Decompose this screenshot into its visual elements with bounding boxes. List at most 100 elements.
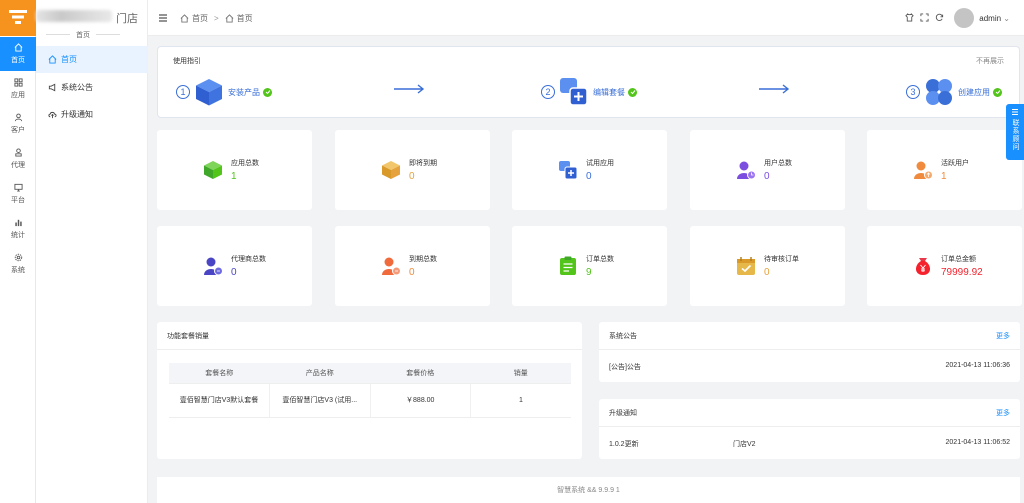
contact-advisor-button[interactable]: 联系顾问 <box>1006 104 1024 160</box>
rail-item-stats[interactable]: 统计 <box>0 212 36 246</box>
upgrade-version: 1.0.2更新 <box>609 441 639 448</box>
theme-icon[interactable] <box>905 13 914 22</box>
panel-title: 系统公告 <box>609 332 637 340</box>
contact-label: 联系顾问 <box>1012 119 1019 151</box>
rail-item-agents[interactable]: 代理 <box>0 142 36 176</box>
logo-icon <box>9 10 27 24</box>
step-number: 3 <box>906 85 920 99</box>
users-icon <box>737 161 756 180</box>
sidebar-item-label: 升级通知 <box>61 110 93 119</box>
panel-header: 升级通知 更多 <box>599 399 1020 427</box>
stat-value: 1 <box>941 171 947 182</box>
upgrade-product: 门店V2 <box>733 441 756 448</box>
icon-rail: 首页 应用 客户 代理 平台 统计 系统 <box>0 0 36 503</box>
cube-icon <box>204 161 222 179</box>
bar-chart-icon <box>14 219 22 227</box>
stat-label: 活跃用户 <box>941 160 969 167</box>
brand: 门店 首页 <box>36 0 148 40</box>
page-footer: 智慧系统 && 9.9.9 1 <box>157 477 1020 503</box>
agent-icon <box>204 257 223 276</box>
step-label: 创建应用 <box>958 87 990 97</box>
refresh-icon[interactable] <box>935 13 944 22</box>
stat-value: 0 <box>586 171 592 182</box>
stat-value: 0 <box>764 171 770 182</box>
rail-item-platform[interactable]: 平台 <box>0 177 36 211</box>
step-label: 安装产品 <box>228 87 260 97</box>
guide-step-package[interactable]: 2 编辑套餐 <box>541 77 637 107</box>
column-header: 销量 <box>470 363 571 384</box>
brand-subtitle: 首页 <box>46 32 120 39</box>
fullscreen-icon[interactable] <box>920 13 929 22</box>
stat-label: 待审核订单 <box>764 256 799 263</box>
table-cell: ￥888.00 <box>370 383 471 418</box>
table-cell: 壹佰智慧门店V3默认套餐 <box>169 383 270 418</box>
stat-value: 9 <box>586 267 592 278</box>
stat-card-users[interactable]: 用户总数 0 <box>690 130 845 210</box>
panel-title: 升级通知 <box>609 409 637 417</box>
panel-title: 功能套餐销量 <box>167 332 209 340</box>
stat-card-order-amount[interactable]: 订单总金额 79999.92 <box>867 226 1022 306</box>
home-icon <box>180 14 189 23</box>
step-number: 2 <box>541 85 555 99</box>
column-header: 套餐名称 <box>169 363 270 384</box>
sidebar-item-upgrades[interactable]: 升级通知 <box>36 101 148 128</box>
stat-card-orders[interactable]: 订单总数 9 <box>512 226 667 306</box>
panel-header: 功能套餐销量 <box>157 322 582 350</box>
notice-more-link[interactable]: 更多 <box>996 331 1010 341</box>
rail-label: 统计 <box>11 232 25 239</box>
app-logo[interactable] <box>0 0 36 36</box>
calendar-check-icon <box>737 257 755 275</box>
stat-card-trial[interactable]: 试用应用 0 <box>512 130 667 210</box>
user-menu[interactable]: admin ⌄ <box>979 14 1010 23</box>
stat-value: 0 <box>409 171 415 182</box>
stat-label: 用户总数 <box>764 160 792 167</box>
guide-step-create-app[interactable]: 3 创建应用 <box>906 77 1002 107</box>
guide-dismiss-link[interactable]: 不再展示 <box>976 56 1004 66</box>
breadcrumb-item[interactable]: 首页 <box>237 13 253 24</box>
panel-header: 系统公告 更多 <box>599 322 1020 350</box>
menu-toggle-icon[interactable] <box>158 13 168 23</box>
avatar[interactable] <box>954 8 974 28</box>
rail-label: 平台 <box>11 197 25 204</box>
breadcrumb-item[interactable]: 首页 <box>192 13 208 24</box>
stat-card-pending-orders[interactable]: 待审核订单 0 <box>690 226 845 306</box>
stat-card-expiring[interactable]: 即将到期 0 <box>335 130 490 210</box>
rail-label: 系统 <box>11 267 25 274</box>
sidebar-item-home[interactable]: 首页 <box>36 46 148 73</box>
sidebar-item-announcements[interactable]: 系统公告 <box>36 74 148 101</box>
active-user-icon <box>914 161 933 180</box>
upgrade-more-link[interactable]: 更多 <box>996 408 1010 418</box>
megaphone-icon <box>48 83 56 92</box>
trial-app-icon <box>559 161 578 180</box>
rail-item-home[interactable]: 首页 <box>0 37 36 71</box>
guide-step-install[interactable]: 1 安装产品 <box>176 77 272 107</box>
home-icon <box>14 43 22 52</box>
box-icon <box>196 79 222 106</box>
arrow-right-icon <box>394 84 425 94</box>
sales-table: 套餐名称 产品名称 套餐价格 销量 壹佰智慧门店V3默认套餐 壹佰智慧门店V3 … <box>169 363 571 418</box>
check-icon <box>628 87 637 97</box>
rail-item-system[interactable]: 系统 <box>0 247 36 281</box>
grid-icon <box>13 78 23 87</box>
brand-logo-blurred <box>36 10 112 22</box>
stat-label: 试用应用 <box>586 160 614 167</box>
notice-time: 2021-04-13 11:06:36 <box>945 362 1010 369</box>
list-item[interactable]: [公告]公告 2021-04-13 11:06:36 <box>609 362 1010 372</box>
list-item[interactable]: 1.0.2更新 门店V2 2021-04-13 11:06:52 <box>609 439 1010 449</box>
clipboard-icon <box>560 256 576 275</box>
rail-item-customers[interactable]: 客户 <box>0 107 36 141</box>
notice-text: [公告]公告 <box>609 364 641 371</box>
upgrade-time: 2021-04-13 11:06:52 <box>945 439 1010 446</box>
chevron-down-icon: ⌄ <box>1003 14 1010 23</box>
stat-card-agents[interactable]: 代理商总数 0 <box>157 226 312 306</box>
stat-card-expired[interactable]: 到期总数 0 <box>335 226 490 306</box>
stat-card-active-users[interactable]: 活跃用户 1 <box>867 130 1022 210</box>
stat-label: 即将到期 <box>409 160 437 167</box>
rail-item-apps[interactable]: 应用 <box>0 72 36 106</box>
stat-card-apps[interactable]: 应用总数 1 <box>157 130 312 210</box>
step-number: 1 <box>176 85 190 99</box>
rail-label: 应用 <box>11 92 25 99</box>
package-sales-panel: 功能套餐销量 套餐名称 产品名称 套餐价格 销量 壹佰智慧门店V3默认套餐 壹佰… <box>157 322 582 459</box>
table-row[interactable]: 壹佰智慧门店V3默认套餐 壹佰智慧门店V3 (试用... ￥888.00 1 <box>169 383 571 418</box>
stat-value: 0 <box>764 267 770 278</box>
